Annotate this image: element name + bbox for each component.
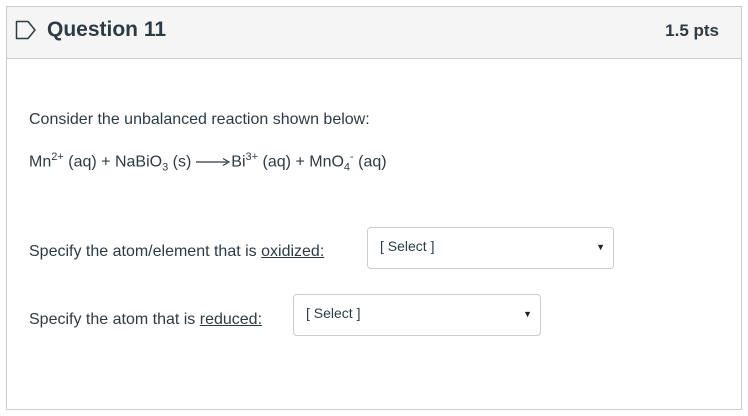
caret-down-icon: ▼ [523,309,532,319]
reaction-arrow-icon [196,158,231,167]
oxidized-question-text: Specify the atom/element that is [29,243,262,260]
reactant-nabio3-state: (s) [172,153,192,171]
plus-sign: + [295,153,305,171]
reduced-select[interactable]: [ Select ] ▼ [293,294,541,336]
product-mno4-charge: - [350,151,354,163]
question-prompt: Consider the unbalanced reaction shown b… [29,111,370,128]
reactant-mn-charge: 2+ [51,151,64,163]
reactant-nabio3: NaBiO [114,153,163,171]
reaction-equation: Mn2+ (aq) + NaBiO3 (s) Bi3+ (aq) + MnO4- … [29,151,387,174]
oxidized-question: Specify the atom/element that is oxidize… [29,243,324,261]
oxidized-select-value: [ Select ] [380,238,435,254]
oxidized-keyword: oxidized: [261,243,325,260]
reduced-question: Specify the atom that is reduced: [29,311,262,329]
reactant-nabio3-subscript: 3 [162,161,169,174]
reduced-select-value: [ Select ] [306,305,361,321]
flag-icon[interactable] [15,20,37,40]
question-title: Question 11 [47,18,167,41]
oxidized-select[interactable]: [ Select ] ▼ [367,227,614,269]
question-header: Question 11 1.5 pts [7,7,741,59]
product-bi: Bi [231,153,246,171]
question-body: Consider the unbalanced reaction shown b… [7,59,741,409]
reactant-mn: Mn [29,153,52,171]
reactant-mn-state: (aq) [68,153,97,171]
product-mno4-state: (aq) [358,153,387,171]
product-mno4-subscript: 4 [343,161,351,174]
caret-down-icon: ▼ [596,242,605,252]
reduced-keyword: reduced: [199,311,263,328]
product-bi-charge: 3+ [245,151,259,163]
reduced-question-text: Specify the atom that is [29,311,200,328]
plus-sign: + [101,153,111,171]
product-bi-state: (aq) [262,153,291,171]
product-mno4: MnO [309,153,344,171]
question-card: Question 11 1.5 pts Consider the unbalan… [6,6,742,410]
question-points: 1.5 pts [665,21,719,40]
